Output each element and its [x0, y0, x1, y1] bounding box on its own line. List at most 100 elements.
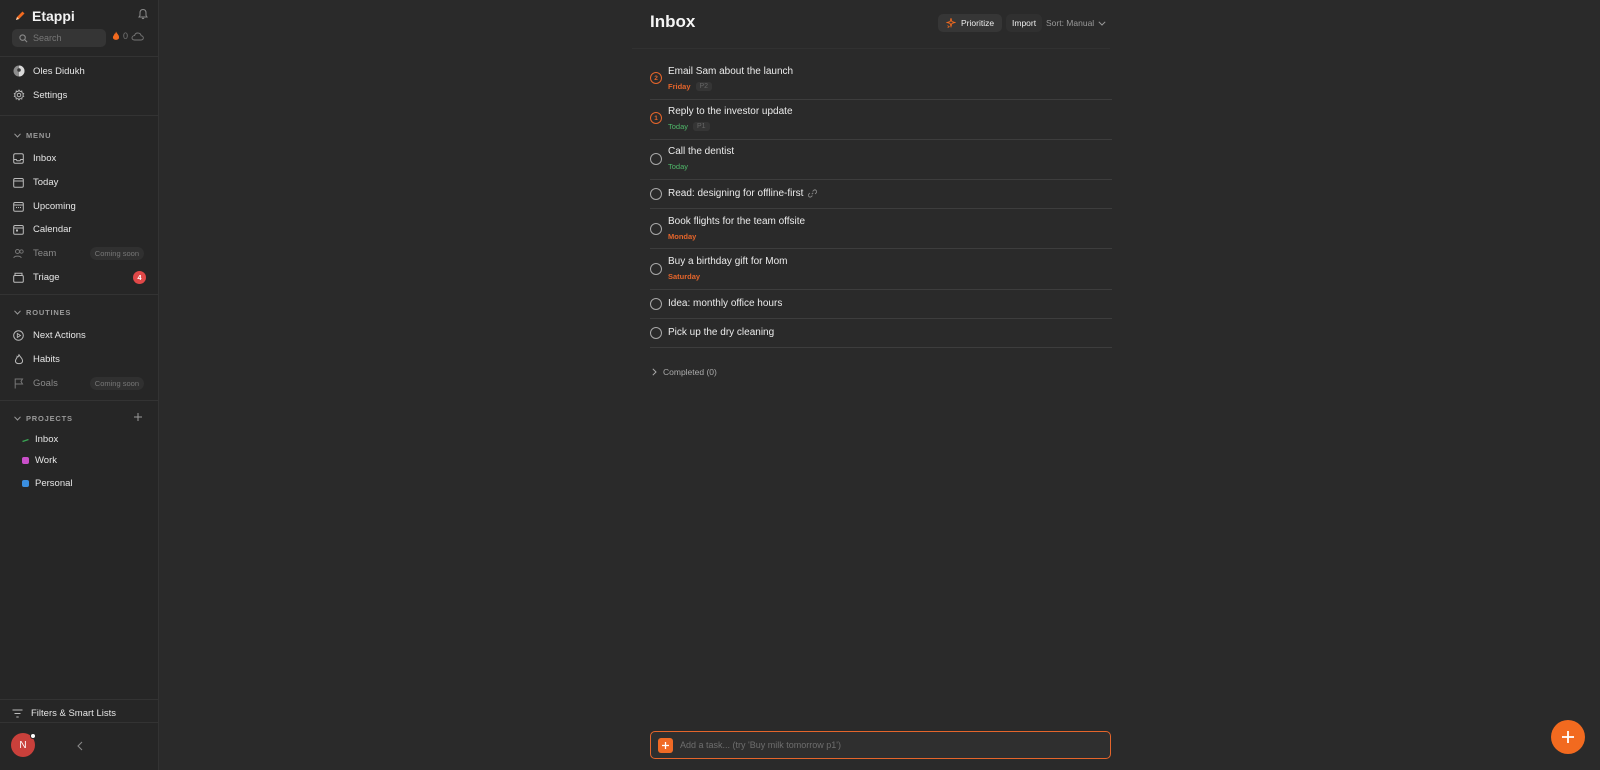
menu-section-header[interactable]: MENU: [14, 131, 51, 140]
add-task-plus-icon[interactable]: [658, 737, 673, 753]
routines-section-header[interactable]: ROUTINES: [14, 308, 71, 317]
filter-icon: [12, 709, 23, 718]
sidebar-item-calendar[interactable]: Calendar: [12, 219, 148, 239]
triage-count-badge: 4: [133, 270, 146, 284]
task-meta: Friday P2: [668, 82, 713, 91]
task-list-panel: Inbox Prioritize Import Sort: Manual 2 E…: [632, 0, 1112, 770]
user-profile[interactable]: Oles Didukh: [12, 61, 148, 81]
project-item-inbox[interactable]: Inbox: [22, 434, 58, 445]
sidebar-item-goals: Goals Coming soon: [12, 373, 148, 393]
page-title: Inbox: [650, 12, 696, 31]
notification-dot: [30, 733, 36, 739]
project-item-personal[interactable]: Personal: [22, 478, 73, 489]
flame-icon: [112, 31, 120, 40]
sidebar-item-next-actions[interactable]: Next Actions: [12, 325, 148, 345]
task-row[interactable]: Idea: monthly office hours: [650, 290, 1112, 319]
add-project-icon[interactable]: [133, 412, 143, 422]
completed-label: Completed (0): [663, 367, 717, 377]
sidebar-item-label: Today: [33, 176, 59, 188]
task-checkbox[interactable]: [650, 223, 662, 235]
sidebar-item-triage[interactable]: Triage 4: [12, 267, 148, 287]
project-item-work[interactable]: Work: [22, 455, 57, 466]
coming-soon-badge: Coming soon: [89, 376, 144, 390]
chevron-down-icon: [1098, 20, 1106, 26]
due-date: Friday: [668, 82, 691, 91]
chevron-down-icon: [14, 416, 21, 421]
divider: [0, 294, 158, 295]
task-row[interactable]: Call the dentist Today: [650, 140, 1112, 180]
due-date: Saturday: [668, 272, 701, 281]
task-row[interactable]: Pick up the dry cleaning: [650, 319, 1112, 348]
task-title-text: Buy a birthday gift for Mom: [668, 256, 788, 267]
sidebar-item-label: Team: [33, 247, 57, 259]
sidebar-item-team: Team Coming soon: [12, 243, 148, 263]
task-checkbox[interactable]: [650, 298, 662, 310]
sort-dropdown[interactable]: Sort: Manual: [1046, 14, 1106, 32]
play-circle-icon: [12, 329, 25, 342]
import-button[interactable]: Import: [1006, 14, 1043, 32]
task-title-text: Pick up the dry cleaning: [668, 327, 775, 338]
task-title: Read: designing for offline-first: [668, 188, 818, 199]
user-avatar-icon: [12, 65, 25, 78]
task-meta: Saturday: [668, 272, 700, 281]
task-title-text: Email Sam about the launch: [668, 66, 794, 77]
task-checkbox[interactable]: [650, 153, 662, 165]
task-title: Pick up the dry cleaning: [668, 327, 774, 338]
divider: [0, 722, 158, 723]
task-checkbox[interactable]: [650, 188, 662, 200]
priority-checkbox[interactable]: 2: [650, 72, 662, 84]
divider: [0, 56, 158, 57]
task-checkbox[interactable]: [650, 327, 662, 339]
task-checkbox[interactable]: [650, 263, 662, 275]
import-label: Import: [1012, 18, 1037, 28]
completed-toggle[interactable]: Completed (0): [652, 367, 717, 377]
filters-label: Filters & Smart Lists: [31, 708, 116, 719]
prioritize-button[interactable]: Prioritize: [938, 14, 1003, 32]
chevron-down-icon: [14, 310, 21, 315]
sidebar-item-label: Upcoming: [33, 200, 76, 212]
settings-label: Settings: [33, 89, 68, 101]
project-label: Work: [35, 455, 57, 466]
prioritize-label: Prioritize: [961, 18, 995, 28]
sidebar-item-label: Habits: [33, 353, 60, 365]
sidebar-item-habits[interactable]: Habits: [12, 349, 148, 369]
gear-icon: [12, 89, 25, 102]
routines-section-label: ROUTINES: [26, 308, 72, 317]
project-color-swatch: [22, 457, 29, 464]
sidebar-item-today[interactable]: Today: [12, 172, 148, 192]
streak-count: 0: [123, 31, 129, 41]
filters-smart-lists[interactable]: Filters & Smart Lists: [12, 708, 116, 719]
search-input[interactable]: Search: [12, 29, 106, 47]
app-name: Etappi: [32, 8, 75, 24]
streak-counter[interactable]: 0: [112, 31, 144, 41]
add-task-bar[interactable]: [650, 731, 1111, 759]
task-row[interactable]: Buy a birthday gift for Mom Saturday: [650, 249, 1112, 290]
task-meta: Monday: [668, 232, 696, 241]
sidebar-item-label: Calendar: [33, 223, 72, 235]
flame-outline-icon: [12, 353, 25, 366]
due-date: Today: [668, 122, 689, 131]
task-row[interactable]: 1 Reply to the investor update Today P1: [650, 100, 1112, 140]
task-row[interactable]: 2 Email Sam about the launch Friday P2: [650, 60, 1112, 100]
project-color-swatch: [22, 480, 29, 487]
task-row[interactable]: Read: designing for offline-first: [650, 180, 1112, 209]
priority-checkbox[interactable]: 1: [650, 112, 662, 124]
quick-add-button[interactable]: [1551, 720, 1585, 754]
pencil-logo-icon: [16, 11, 25, 20]
collapse-sidebar-icon[interactable]: [76, 741, 84, 751]
task-title: Call the dentist: [668, 146, 734, 157]
sidebar-item-upcoming[interactable]: Upcoming: [12, 196, 148, 216]
task-row[interactable]: Book flights for the team offsite Monday: [650, 209, 1112, 249]
team-icon: [12, 247, 25, 260]
bell-icon[interactable]: [137, 8, 149, 20]
brand[interactable]: Etappi: [14, 6, 75, 26]
sidebar-item-inbox[interactable]: Inbox: [12, 148, 148, 168]
tray-icon: [12, 271, 25, 284]
projects-section-header[interactable]: PROJECTS: [14, 414, 73, 423]
sort-label: Sort: Manual: [1046, 18, 1095, 28]
sidebar-item-label: Next Actions: [33, 329, 86, 341]
settings-item[interactable]: Settings: [12, 85, 148, 105]
calendar-icon: [12, 223, 25, 236]
chevron-right-icon: [652, 368, 657, 376]
add-task-input[interactable]: [680, 740, 1080, 750]
